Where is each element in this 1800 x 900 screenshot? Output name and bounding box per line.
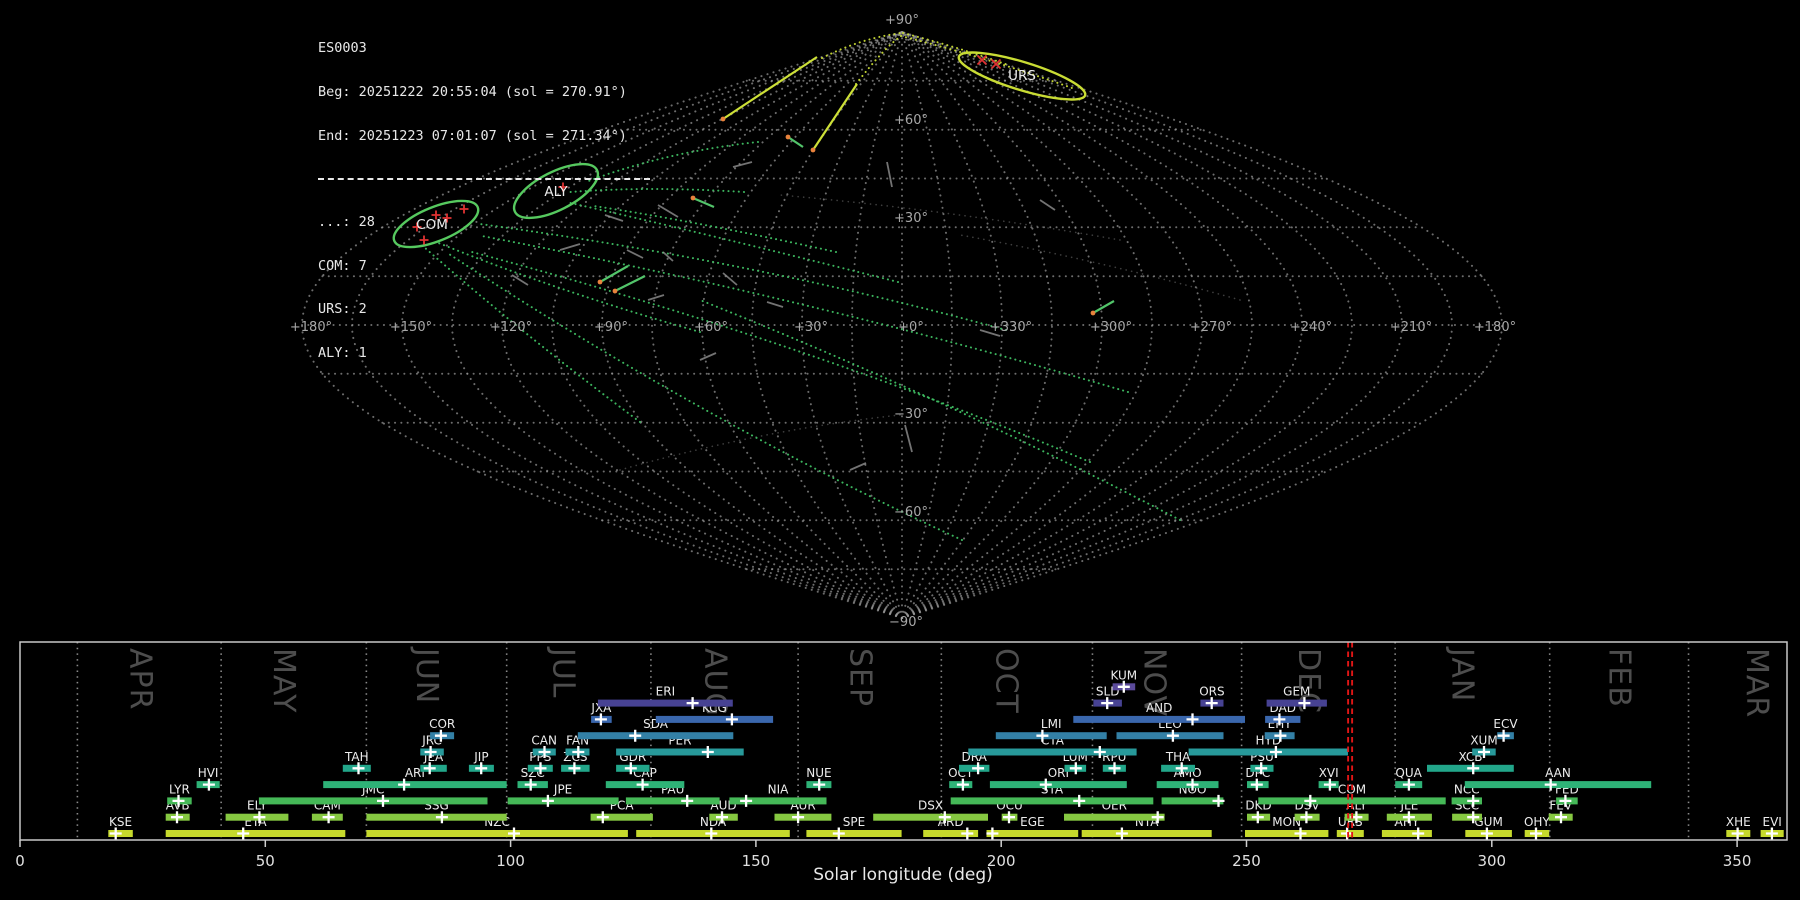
shower-XHE: XHE bbox=[1726, 815, 1751, 840]
info-block: ES0003 Beg: 20251222 20:55:04 (sol = 270… bbox=[318, 12, 650, 390]
x-tick-label: 350 bbox=[1723, 852, 1752, 870]
shower-code-GEM: GEM bbox=[1283, 685, 1310, 699]
shower-code-LYR: LYR bbox=[169, 782, 190, 796]
shower-code-HVI: HVI bbox=[198, 766, 219, 780]
shower-EVI: EVI bbox=[1761, 815, 1784, 840]
meteor-plot-screen: COMALYURS+90°+60°+30°−30°−60°−90°+180°+1… bbox=[0, 0, 1800, 900]
shower-code-KSE: KSE bbox=[109, 815, 132, 829]
svg-text:+90°: +90° bbox=[885, 13, 919, 28]
svg-text:JUN: JUN bbox=[409, 646, 444, 704]
shower-bars: KSEETANZCNDASPEARDEGENTAMONURSAHYGUMOHYX… bbox=[108, 668, 1783, 839]
shower-COR: COR bbox=[429, 717, 455, 742]
shower-XCB: XCB bbox=[1427, 750, 1514, 775]
x-tick-label: 0 bbox=[15, 852, 25, 870]
svg-text:FEB: FEB bbox=[1601, 648, 1636, 708]
shower-XUM: XUM bbox=[1470, 734, 1497, 759]
svg-text:APR: APR bbox=[123, 648, 158, 710]
svg-text:+180°: +180° bbox=[1474, 320, 1516, 335]
svg-text:−60°: −60° bbox=[894, 505, 928, 520]
shower-JIP: JIP bbox=[469, 750, 494, 775]
shower-code-NUE: NUE bbox=[806, 766, 831, 780]
shower-QUA: QUA bbox=[1395, 766, 1422, 791]
activity-timeline: APRMAYJUNJULAUGSEPOCTNOVDECJANFEBMARKSEE… bbox=[15, 642, 1787, 885]
shower-code-LMI: LMI bbox=[1041, 717, 1062, 731]
shower-code-DSX: DSX bbox=[918, 799, 943, 813]
shower-code-EGE: EGE bbox=[1020, 815, 1044, 829]
shower-code-NIA: NIA bbox=[768, 782, 790, 796]
x-tick-label: 150 bbox=[742, 852, 771, 870]
svg-text:JAN: JAN bbox=[1444, 646, 1479, 702]
shower-LYR: LYR bbox=[167, 782, 192, 807]
shower-code-JPE: JPE bbox=[553, 782, 572, 796]
shower-KSE: KSE bbox=[108, 815, 133, 840]
shower-code-THA: THA bbox=[1165, 750, 1191, 764]
x-tick-label: 50 bbox=[256, 852, 275, 870]
count-sporadic: ...: 28 bbox=[318, 215, 650, 230]
radiant-URS: URS bbox=[955, 43, 1089, 108]
svg-text:−90°: −90° bbox=[889, 615, 923, 630]
svg-text:−30°: −30° bbox=[894, 407, 928, 422]
station-id: ES0003 bbox=[318, 41, 650, 56]
x-tick-label: 250 bbox=[1232, 852, 1261, 870]
svg-text:+60°: +60° bbox=[894, 113, 928, 128]
shower-OHY: OHY bbox=[1524, 815, 1550, 840]
shower-code-ERI: ERI bbox=[656, 685, 675, 699]
shower-code-XUM: XUM bbox=[1470, 734, 1497, 748]
svg-text:MAY: MAY bbox=[266, 648, 301, 713]
count-com: COM: 7 bbox=[318, 259, 650, 274]
shower-code-EVI: EVI bbox=[1763, 815, 1782, 829]
svg-text:+30°: +30° bbox=[794, 320, 828, 335]
svg-text:+270°: +270° bbox=[1190, 320, 1232, 335]
count-urs: URS: 2 bbox=[318, 302, 650, 317]
shower-KUM: KUM bbox=[1110, 668, 1137, 693]
count-aly: ALY: 1 bbox=[318, 346, 650, 361]
svg-text:+0°: +0° bbox=[898, 320, 924, 335]
shower-code-ORS: ORS bbox=[1199, 685, 1224, 699]
svg-text:+30°: +30° bbox=[894, 211, 928, 226]
shower-code-SPE: SPE bbox=[843, 815, 865, 829]
begin-time: Beg: 20251222 20:55:04 (sol = 270.91°) bbox=[318, 85, 650, 100]
radiant-label-URS: URS bbox=[1008, 68, 1036, 84]
x-tick-label: 100 bbox=[496, 852, 525, 870]
shower-CAN: CAN bbox=[531, 734, 557, 759]
x-tick-label: 300 bbox=[1477, 852, 1506, 870]
svg-text:+330°: +330° bbox=[990, 320, 1032, 335]
svg-text:MAR: MAR bbox=[1739, 648, 1774, 718]
shower-code-ECV: ECV bbox=[1493, 717, 1518, 731]
end-time: End: 20251223 07:01:07 (sol = 271.34°) bbox=[318, 129, 650, 144]
info-separator bbox=[318, 178, 650, 180]
svg-text:JUL: JUL bbox=[546, 646, 581, 699]
shower-ORS: ORS bbox=[1199, 685, 1224, 710]
month-labels: APRMAYJUNJULAUGSEPOCTNOVDECJANFEBMAR bbox=[123, 646, 1775, 718]
shower-NUE: NUE bbox=[806, 766, 831, 791]
shower-code-JIP: JIP bbox=[473, 750, 488, 764]
shower-TAH: TAH bbox=[343, 750, 371, 775]
shower-HVI: HVI bbox=[197, 766, 220, 791]
shower-code-XHE: XHE bbox=[1726, 815, 1751, 829]
shower-code-QUA: QUA bbox=[1395, 766, 1422, 780]
shower-XVI: XVI bbox=[1319, 766, 1339, 791]
svg-text:+60°: +60° bbox=[694, 320, 728, 335]
svg-text:OCT: OCT bbox=[989, 648, 1024, 714]
x-axis: 050100150200250300350Solar longitude (de… bbox=[15, 840, 1751, 885]
plot-canvas: COMALYURS+90°+60°+30°−30°−60°−90°+180°+1… bbox=[0, 0, 1800, 900]
shower-code-AND: AND bbox=[1146, 701, 1172, 715]
shower-code-CAN: CAN bbox=[531, 734, 557, 748]
svg-text:+300°: +300° bbox=[1090, 320, 1132, 335]
x-axis-title: Solar longitude (deg) bbox=[813, 865, 993, 885]
shower-code-OHY: OHY bbox=[1524, 815, 1550, 829]
shower-code-KUM: KUM bbox=[1110, 668, 1137, 682]
svg-text:SEP: SEP bbox=[842, 648, 877, 707]
shower-code-TAH: TAH bbox=[344, 750, 369, 764]
svg-text:+210°: +210° bbox=[1390, 320, 1432, 335]
shower-code-COR: COR bbox=[429, 717, 455, 731]
shower-code-XVI: XVI bbox=[1319, 766, 1339, 780]
shower-code-AAN: AAN bbox=[1545, 766, 1571, 780]
svg-text:+240°: +240° bbox=[1290, 320, 1332, 335]
